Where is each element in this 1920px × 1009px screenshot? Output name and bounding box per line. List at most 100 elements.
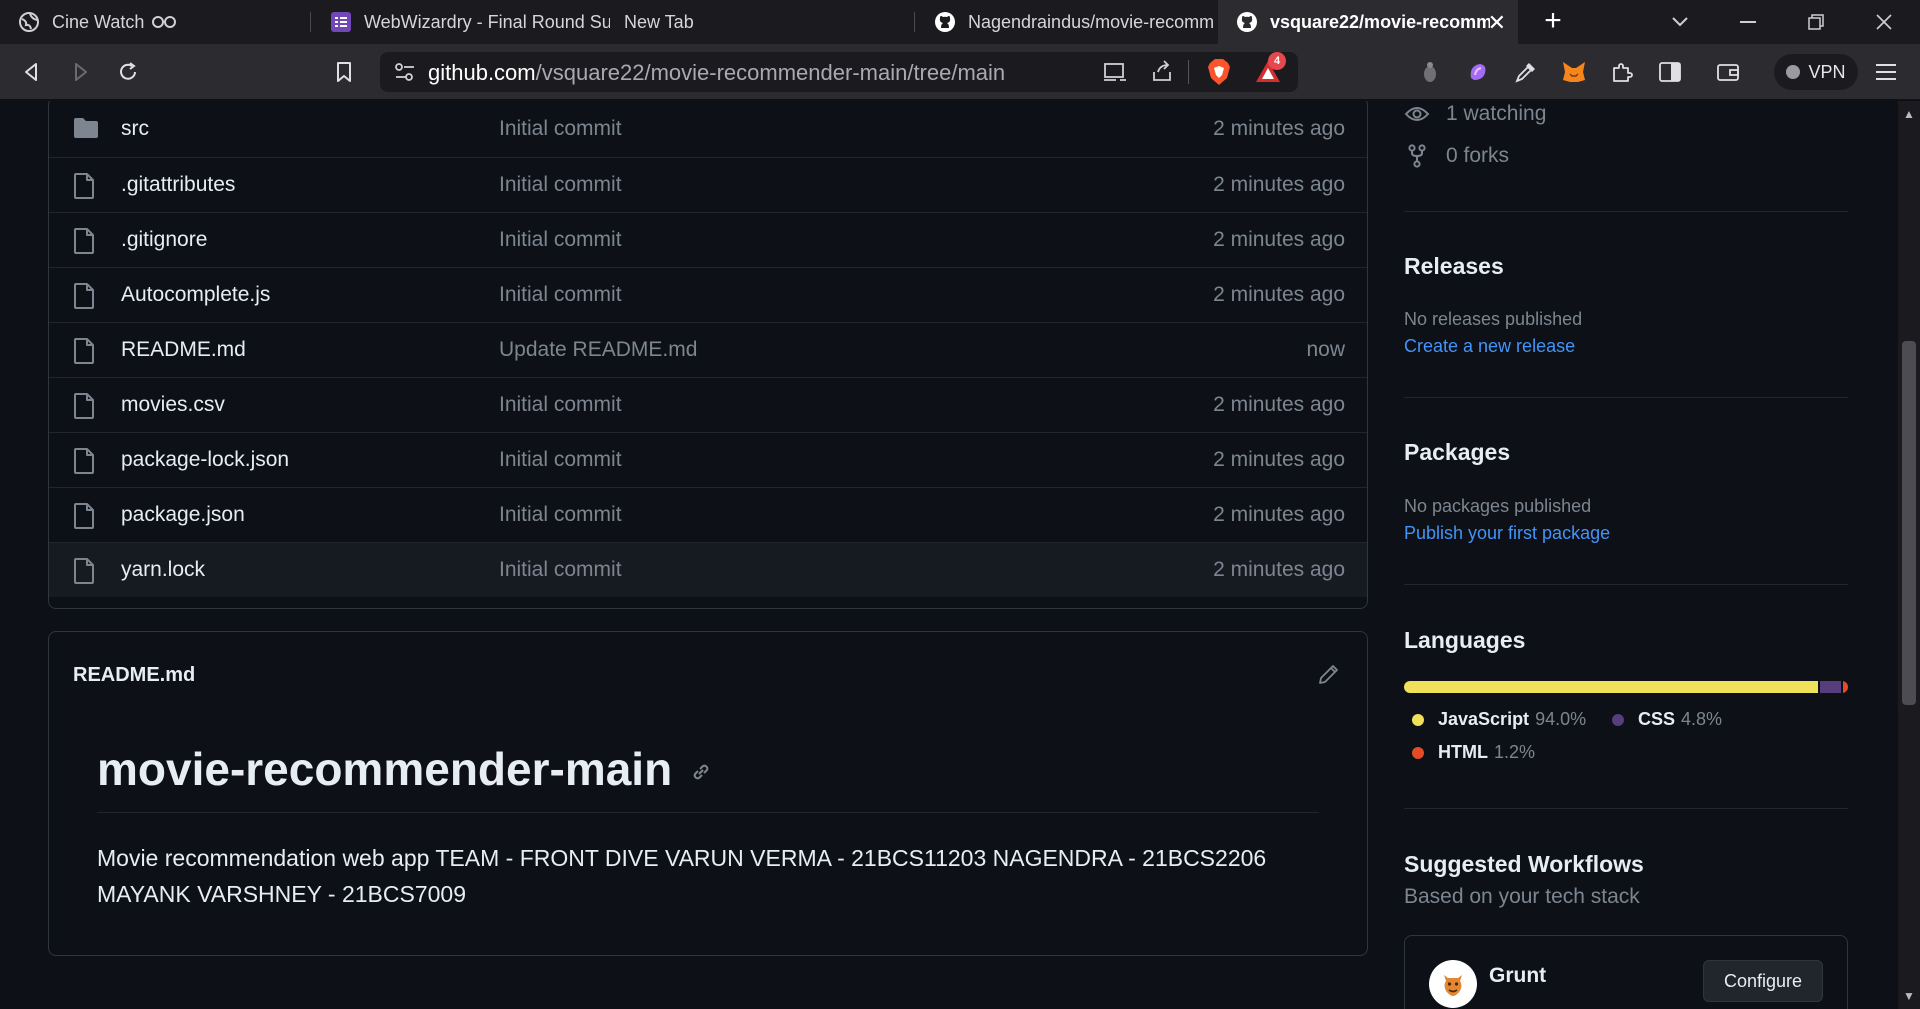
audio-icon[interactable]	[152, 14, 177, 30]
reload-button[interactable]	[112, 56, 144, 88]
scroll-up-arrow-icon[interactable]: ▲	[1902, 107, 1916, 121]
watching-count[interactable]: 1 watching	[1404, 101, 1546, 127]
tab-separator	[310, 12, 311, 32]
file-name-link[interactable]: Autocomplete.js	[121, 283, 270, 307]
commit-message-link[interactable]: Initial commit	[499, 448, 622, 472]
file-name-link[interactable]: movies.csv	[121, 393, 225, 417]
minimize-window-icon[interactable]	[1714, 0, 1782, 44]
languages-heading: Languages	[1404, 627, 1526, 653]
brave-shields-icon[interactable]	[1206, 58, 1232, 91]
vpn-label: VPN	[1808, 61, 1846, 82]
new-tab-button[interactable]: +	[1538, 6, 1568, 38]
tab-separator	[914, 12, 915, 32]
bookmark-button[interactable]	[328, 56, 360, 88]
forks-label: 0 forks	[1446, 144, 1510, 167]
tab-vsquare22-repo[interactable]: vsquare22/movie-recomm ✕	[1218, 0, 1518, 44]
create-release-link[interactable]: Create a new release	[1404, 336, 1575, 357]
file-icon	[73, 228, 99, 254]
cast-icon[interactable]	[1102, 60, 1128, 89]
language-percent: 4.8%	[1681, 709, 1723, 729]
file-row[interactable]: .gitattributes Initial commit 2 minutes ag…	[49, 157, 1367, 212]
language-bar-segment	[1842, 681, 1848, 693]
commit-message-link[interactable]: Update README.md	[499, 338, 697, 362]
file-row[interactable]: Autocomplete.js Initial commit 2 minutes a…	[49, 267, 1367, 322]
language-javascript[interactable]: JavaScript 94.0%	[1412, 709, 1586, 730]
commit-message-link[interactable]: Initial commit	[499, 173, 622, 197]
address-url: github.com/vsquare22/movie-recommender-m…	[428, 60, 1005, 86]
language-percent: 1.2%	[1493, 742, 1536, 762]
language-color-dot	[1412, 713, 1424, 726]
readme-body: Movie recommendation web app TEAM - FRON…	[97, 845, 1267, 907]
file-row[interactable]: .gitignore Initial commit 2 minutes ago	[49, 212, 1367, 267]
file-row[interactable]: README.md Update README.md now	[49, 322, 1367, 377]
tab-cine-watch[interactable]: Cine Watch	[0, 0, 310, 44]
file-row[interactable]: movies.csv Initial commit 2 minutes ago	[49, 377, 1367, 432]
commit-message-link[interactable]: Initial commit	[499, 117, 622, 141]
anchor-link-icon[interactable]	[689, 760, 713, 784]
wallet-icon[interactable]	[1712, 56, 1744, 88]
language-bar-segment	[1404, 681, 1818, 693]
site-settings-icon[interactable]	[394, 62, 416, 87]
workflows-subheading: Based on your tech stack	[1404, 885, 1640, 908]
sidebar-toggle-icon[interactable]	[1654, 56, 1686, 88]
leo-ai-icon[interactable]	[1462, 56, 1494, 88]
edit-pencil-icon[interactable]	[1317, 662, 1341, 686]
file-icon	[73, 448, 99, 474]
page-scrollbar[interactable]: ▲ ▼	[1898, 101, 1920, 1009]
file-row[interactable]: package.json Initial commit 2 minutes ago	[49, 487, 1367, 542]
extension-icon[interactable]	[1414, 56, 1446, 88]
forward-button[interactable]	[64, 56, 96, 88]
commit-message-link[interactable]: Initial commit	[499, 558, 622, 582]
file-row[interactable]: src Initial commit 2 minutes ago	[49, 102, 1367, 157]
metamask-icon[interactable]	[1558, 56, 1590, 88]
tab-label: WebWizardry - Final Round Sub	[364, 11, 610, 32]
releases-heading[interactable]: Releases	[1404, 253, 1504, 280]
close-window-icon[interactable]	[1850, 0, 1918, 44]
file-name-link[interactable]: yarn.lock	[121, 558, 205, 582]
close-tab-icon[interactable]: ✕	[1488, 10, 1506, 36]
tab-new-tab[interactable]: New Tab	[612, 0, 910, 44]
eye-icon	[1404, 101, 1430, 127]
brave-rewards-icon[interactable]: 4	[1254, 52, 1286, 89]
file-row[interactable]: yarn.lock Initial commit 2 minutes ago	[49, 542, 1367, 597]
language-html[interactable]: HTML 1.2%	[1412, 742, 1535, 763]
file-name-link[interactable]: .gitattributes	[121, 173, 235, 197]
file-name-link[interactable]: .gitignore	[121, 228, 207, 252]
commit-message-link[interactable]: Initial commit	[499, 503, 622, 527]
file-name-link[interactable]: README.md	[121, 338, 246, 362]
github-repo-page: src Initial commit 2 minutes ago .gitattrib…	[0, 101, 1898, 1009]
color-picker-icon[interactable]	[1510, 56, 1542, 88]
suggested-workflows-heading: Suggested Workflows	[1404, 851, 1644, 877]
packages-heading[interactable]: Packages	[1404, 439, 1510, 466]
language-name: CSS	[1638, 709, 1676, 729]
language-css[interactable]: CSS 4.8%	[1612, 709, 1722, 730]
file-name-link[interactable]: package-lock.json	[121, 448, 289, 472]
share-icon[interactable]	[1150, 60, 1174, 89]
commit-message-link[interactable]: Initial commit	[499, 393, 622, 417]
github-icon	[1236, 11, 1258, 33]
file-name-link[interactable]: package.json	[121, 503, 245, 527]
address-bar[interactable]: github.com/vsquare22/movie-recommender-m…	[380, 52, 1298, 92]
forks-count[interactable]: 0 forks	[1404, 143, 1509, 169]
vpn-button[interactable]: VPN	[1774, 54, 1858, 90]
tab-search-chevron-icon[interactable]	[1646, 0, 1714, 44]
scroll-down-arrow-icon[interactable]: ▼	[1902, 989, 1916, 1003]
configure-button[interactable]: Configure	[1703, 960, 1823, 1002]
publish-package-link[interactable]: Publish your first package	[1404, 523, 1610, 544]
readme-filename[interactable]: README.md	[73, 664, 195, 687]
file-icon	[73, 393, 99, 419]
file-name-link[interactable]: src	[121, 117, 149, 141]
tab-label: vsquare22/movie-recomm	[1270, 11, 1490, 32]
readme-divider	[97, 812, 1319, 813]
restore-window-icon[interactable]	[1782, 0, 1850, 44]
tab-webwizardry[interactable]: WebWizardry - Final Round Sub	[312, 0, 610, 44]
menu-icon[interactable]	[1870, 56, 1902, 88]
rewards-badge-count: 4	[1268, 52, 1286, 70]
tab-nagendraindus-repo[interactable]: Nagendraindus/movie-recomm	[916, 0, 1216, 44]
commit-message-link[interactable]: Initial commit	[499, 228, 622, 252]
scrollbar-thumb[interactable]	[1902, 341, 1916, 705]
extensions-puzzle-icon[interactable]	[1606, 56, 1638, 88]
commit-message-link[interactable]: Initial commit	[499, 283, 622, 307]
back-button[interactable]	[16, 56, 48, 88]
file-row[interactable]: package-lock.json Initial commit 2 minutes…	[49, 432, 1367, 487]
